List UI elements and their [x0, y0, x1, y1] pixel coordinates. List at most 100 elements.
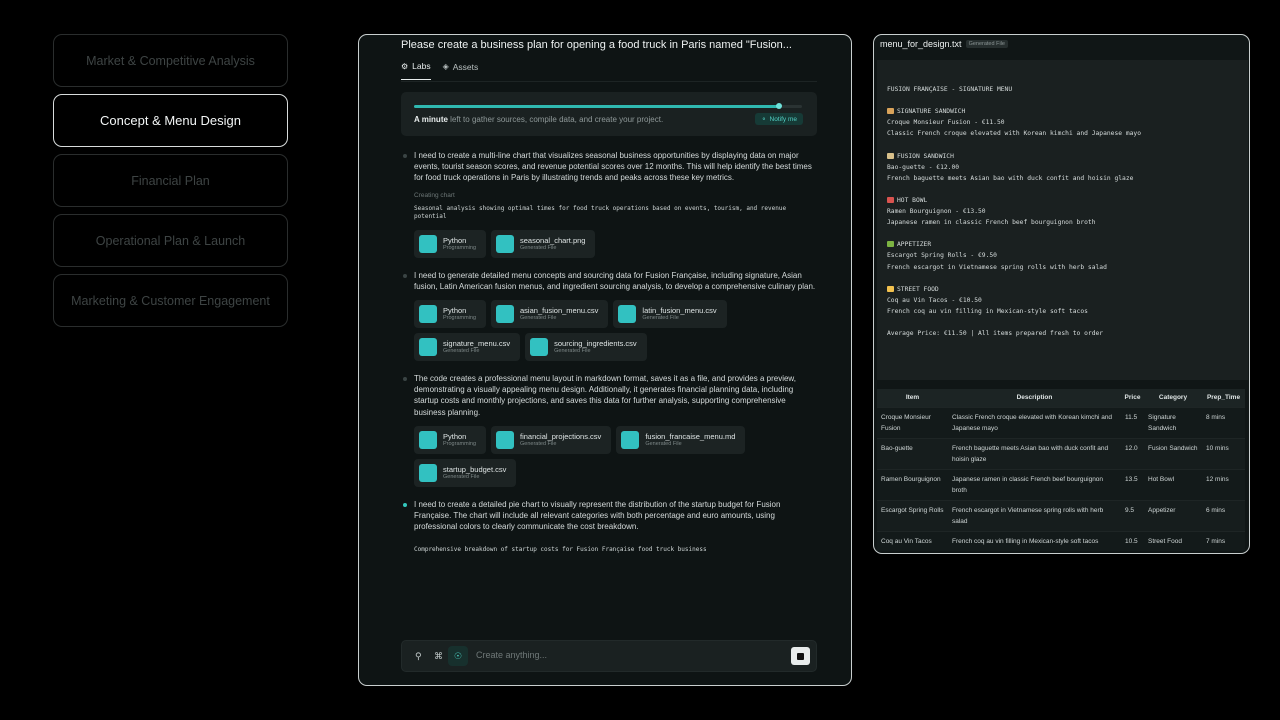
file-preview-panel: menu_for_design.txt Generated File FUSIO…	[873, 34, 1250, 554]
code-line: French coq au vin filling in Mexican-sty…	[887, 306, 1238, 317]
file-icon	[419, 305, 437, 324]
file-header: menu_for_design.txt Generated File	[880, 39, 1008, 49]
progress-track	[414, 103, 802, 109]
progress-description: left to gather sources, compile data, an…	[447, 115, 664, 124]
table-cell: Appetizer	[1144, 499, 1202, 531]
stop-icon	[797, 652, 804, 660]
attachment-text: Python Programming	[443, 432, 476, 448]
step-concept-menu-design[interactable]: Concept & Menu Design	[53, 94, 288, 147]
attachment-name: asian_fusion_menu.csv	[520, 306, 599, 316]
step-label: Concept & Menu Design	[100, 113, 241, 128]
file-icon	[419, 463, 437, 482]
table-cell: 6 mins	[1202, 499, 1245, 531]
tab-assets[interactable]: ◈ Assets	[443, 61, 479, 80]
step-label: Market & Competitive Analysis	[86, 53, 255, 68]
attachment-type: Programming	[443, 315, 477, 322]
attachment-text: asian_fusion_menu.csv Generated File	[520, 306, 598, 322]
attachment-text: startup_budget.csv Generated File	[443, 465, 506, 481]
attachment-text: sourcing_ingredients.csv Generated File	[554, 339, 637, 355]
attachment-chip[interactable]: Python Programming	[414, 300, 487, 329]
step-operational-plan[interactable]: Operational Plan & Launch	[53, 214, 288, 267]
attachment-type: Programming	[443, 244, 477, 251]
step-marketing[interactable]: Marketing & Customer Engagement	[53, 274, 288, 327]
attachment-name: startup_budget.csv	[443, 464, 507, 474]
attachment-name: fusion_francaise_menu.md	[645, 431, 736, 441]
menu-emoji-icon	[887, 152, 894, 159]
menu-emoji-icon	[887, 285, 894, 292]
attachment-type: Generated File	[645, 440, 682, 447]
attachment-name: seasonal_chart.png	[520, 235, 586, 245]
attachment-chip[interactable]: fusion_francaise_menu.md Generated File	[616, 425, 746, 454]
search-icon[interactable]: ⚲	[415, 651, 422, 662]
code-line: APPETIZER	[887, 239, 1238, 250]
code-line: French escargot in Vietnamese spring rol…	[887, 262, 1238, 273]
file-icon	[419, 338, 437, 357]
table-cell: 13.5	[1121, 468, 1144, 500]
code-text: Average Price: €11.50 | All items prepar…	[887, 330, 1104, 338]
table-cell: Street Food	[1144, 530, 1202, 551]
menu-emoji-icon	[887, 108, 894, 115]
attachment-chip[interactable]: startup_budget.csv Generated File	[414, 458, 517, 487]
prompt-input[interactable]	[476, 650, 776, 660]
code-text: Croque Monsieur Fusion - €11.50	[887, 119, 1005, 127]
code-text: FUSION SANDWICH	[897, 152, 954, 160]
tab-label: Assets	[452, 61, 479, 72]
attachment-name: Python	[443, 431, 467, 441]
table-cell: Coq au Vin Tacos	[877, 530, 948, 551]
attachment-type: Generated File	[443, 348, 480, 355]
attachment-text: signature_menu.csv Generated File	[443, 339, 510, 355]
table-header-cell: Prep_Time	[1202, 389, 1245, 407]
table-row: Ramen Bourguignon Japanese ramen in class…	[877, 468, 1245, 500]
step-market-analysis[interactable]: Market & Competitive Analysis	[53, 34, 288, 87]
file-icon	[419, 234, 437, 253]
lightbulb-icon[interactable]: ☉	[448, 646, 468, 666]
stop-button[interactable]	[791, 647, 810, 665]
agent-message: The code creates a professional menu lay…	[401, 373, 817, 487]
code-line: FUSION SANDWICH	[887, 151, 1238, 162]
code-line: HOT BOWL	[887, 195, 1238, 206]
table-row: Coq au Vin Tacos French coq au vin fillin…	[877, 530, 1245, 551]
table-cell: French coq au vin filling in Mexican-sty…	[948, 530, 1121, 551]
code-line: Classic French croque elevated with Kore…	[887, 128, 1238, 139]
table-header-cell: Price	[1121, 389, 1144, 407]
step-financial-plan[interactable]: Financial Plan	[53, 154, 288, 207]
table-cell: Bao-guette	[877, 437, 948, 469]
message-feed: I need to create a multi-line chart that…	[401, 150, 817, 567]
table-cell: 9.5	[1121, 499, 1144, 531]
agent-message: I need to create a multi-line chart that…	[401, 150, 817, 258]
attachment-chip[interactable]: financial_projections.csv Generated File	[491, 425, 612, 454]
attachment-chip[interactable]: Python Programming	[414, 425, 487, 454]
table-cell: 10.5	[1121, 530, 1144, 551]
menu-emoji-icon	[887, 241, 894, 248]
notify-label: Notify me	[769, 115, 797, 123]
attachment-chip[interactable]: seasonal_chart.png Generated File	[491, 229, 596, 258]
code-text: APPETIZER	[897, 241, 932, 249]
attachment-chip[interactable]: Python Programming	[414, 229, 487, 258]
notify-me-button[interactable]: ⚬ Notify me	[755, 113, 803, 125]
attachment-chip[interactable]: signature_menu.csv Generated File	[414, 333, 521, 362]
tab-labs[interactable]: ⚙ Labs	[401, 61, 431, 80]
code-text: French coq au vin filling in Mexican-sty…	[887, 307, 1088, 315]
apps-icon[interactable]: ⌘	[434, 651, 443, 662]
attachment-chip[interactable]: latin_fusion_menu.csv Generated File	[613, 300, 727, 329]
table-cell: 12 mins	[1202, 468, 1245, 500]
message-status: Creating chart	[414, 191, 455, 199]
attachment-chip[interactable]: sourcing_ingredients.csv Generated File	[525, 333, 647, 362]
code-line: French baguette meets Asian bao with duc…	[887, 173, 1238, 184]
flask-icon: ⚙	[401, 61, 409, 71]
agent-message: I need to create a detailed pie chart to…	[401, 499, 817, 555]
step-label: Marketing & Customer Engagement	[71, 293, 270, 308]
file-name: menu_for_design.txt	[880, 39, 962, 49]
code-text: French baguette meets Asian bao with duc…	[887, 174, 1134, 182]
code-line: STREET FOOD	[887, 284, 1238, 295]
attachment-chip[interactable]: asian_fusion_menu.csv Generated File	[491, 300, 609, 329]
progress-text: A minute left to gather sources, compile…	[414, 115, 663, 124]
bell-icon: ⚬	[761, 116, 767, 123]
progress-fill	[414, 103, 782, 109]
divider	[401, 81, 817, 82]
file-icon	[621, 430, 640, 449]
code-line: FUSION FRANÇAISE - SIGNATURE MENU	[887, 84, 1238, 95]
table-cell: French escargot in Vietnamese spring rol…	[948, 499, 1121, 531]
